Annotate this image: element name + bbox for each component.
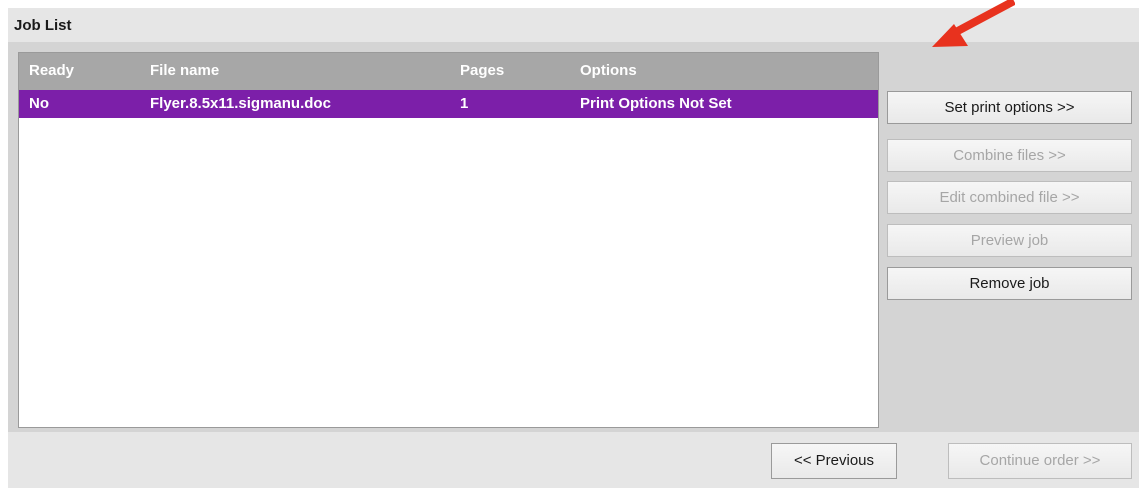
table-header: Ready File name Pages Options (19, 53, 878, 90)
cell-ready: No (29, 95, 49, 112)
header-options[interactable]: Options (580, 62, 637, 79)
header-ready[interactable]: Ready (29, 62, 74, 79)
cell-pages: 1 (460, 95, 469, 112)
edit-combined-file-button[interactable]: Edit combined file >> (887, 181, 1132, 214)
header-pages[interactable]: Pages (460, 62, 504, 79)
job-list-window: Job List Ready File name Pages Options N… (8, 8, 1139, 488)
remove-job-button[interactable]: Remove job (887, 267, 1132, 300)
header-file-name[interactable]: File name (150, 62, 219, 79)
job-list-title: Job List (14, 17, 72, 34)
combine-files-button[interactable]: Combine files >> (887, 139, 1132, 172)
set-print-options-button[interactable]: Set print options >> (887, 91, 1132, 124)
job-list-panel: Ready File name Pages Options No Flyer.8… (8, 42, 1139, 432)
table-row[interactable]: No Flyer.8.5x11.sigmanu.doc 1 Print Opti… (19, 90, 878, 118)
previous-button[interactable]: << Previous (771, 443, 897, 479)
cell-file-name: Flyer.8.5x11.sigmanu.doc (150, 95, 331, 112)
job-table: Ready File name Pages Options No Flyer.8… (18, 52, 879, 428)
continue-order-button[interactable]: Continue order >> (948, 443, 1132, 479)
cell-options: Print Options Not Set (580, 95, 732, 112)
annotation-arrow-icon (932, 0, 1015, 47)
preview-job-button[interactable]: Preview job (887, 224, 1132, 257)
